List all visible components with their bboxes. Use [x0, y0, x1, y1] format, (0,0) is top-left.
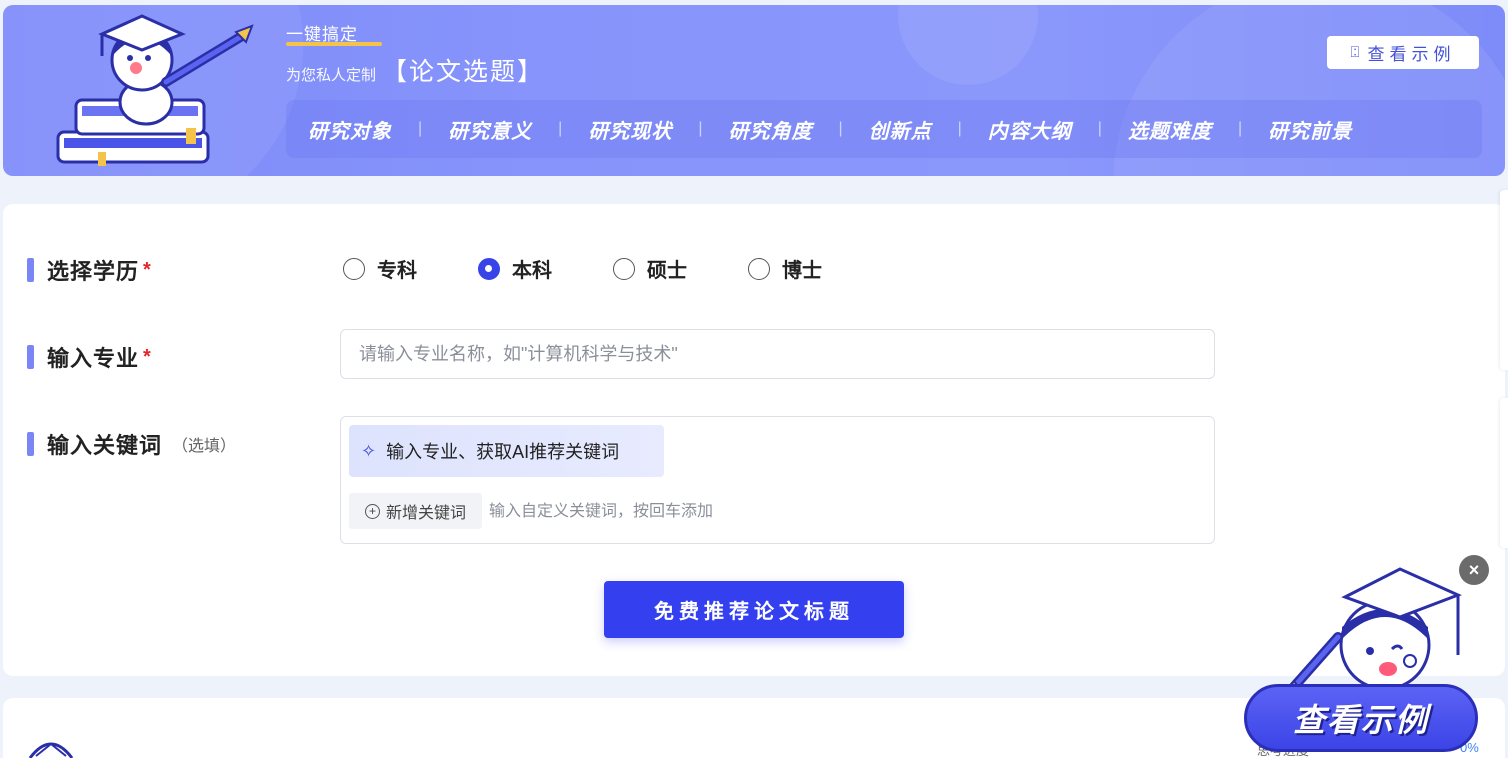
nav-separator: |: [1237, 120, 1243, 137]
banner-subtitle: 为您私人定制 【论文选题】: [286, 52, 544, 88]
graduate-mascot-icon: [56, 14, 254, 166]
radio-option-zhuanke[interactable]: 专科: [343, 254, 478, 283]
nav-item-innovation[interactable]: 创新点: [869, 115, 932, 144]
decor-bubble: [898, 5, 1038, 85]
nav-item-prospect[interactable]: 研究前景: [1268, 115, 1352, 144]
ai-chip-label: 输入专业、获取AI推荐关键词: [386, 442, 620, 462]
recommend-titles-button[interactable]: 免费推荐论文标题: [604, 581, 904, 638]
radio-circle[interactable]: [343, 257, 365, 280]
tagline-underline: [286, 42, 382, 46]
mascot-avatar-icon: [28, 742, 74, 758]
nav-separator: |: [558, 120, 563, 137]
nav-separator: |: [698, 120, 703, 137]
label-accent-bar: [27, 258, 34, 282]
nav-item-research-angle[interactable]: 研究角度: [728, 115, 812, 144]
nav-separator: |: [957, 120, 962, 137]
radio-label: 专科: [377, 260, 417, 282]
radio-label: 本科: [512, 260, 552, 282]
nav-separator: |: [1097, 120, 1102, 137]
ai-keyword-recommend-button[interactable]: ✧ 输入专业、获取AI推荐关键词: [349, 425, 664, 477]
nav-item-research-status[interactable]: 研究现状: [588, 115, 672, 144]
nav-item-research-significance[interactable]: 研究意义: [448, 115, 532, 144]
education-label: 选择学历 *: [27, 254, 151, 286]
nav-item-difficulty[interactable]: 选题难度: [1128, 115, 1212, 144]
required-mark: *: [143, 258, 151, 281]
plus-circle-icon: +: [364, 503, 380, 519]
graduate-mascot-float-icon: [1283, 567, 1462, 695]
float-view-example-button[interactable]: 查看示例: [1244, 684, 1478, 752]
education-label-text: 选择学历: [47, 259, 140, 284]
optional-note: （选填）: [172, 438, 237, 455]
major-label: 输入专业 *: [27, 341, 151, 373]
side-tab[interactable]: [1500, 190, 1508, 370]
view-example-button[interactable]: ⍠ 查看示例: [1327, 36, 1479, 69]
radio-circle-checked[interactable]: [478, 257, 500, 280]
close-float-button[interactable]: ×: [1459, 555, 1489, 585]
major-label-text: 输入专业: [47, 346, 140, 371]
radio-label: 硕士: [647, 260, 687, 282]
required-mark: *: [143, 345, 151, 368]
side-tab[interactable]: [1500, 398, 1508, 548]
nav-separator: |: [418, 120, 423, 137]
radio-circle[interactable]: [613, 257, 635, 280]
radio-circle[interactable]: [748, 257, 770, 280]
education-radio-group: 专科 本科 硕士 博士: [343, 254, 883, 283]
subtitle-title: 【论文选题】: [382, 58, 545, 86]
add-keyword-button[interactable]: + 新增关键词: [349, 493, 482, 529]
radio-option-shuoshi[interactable]: 硕士: [613, 254, 748, 283]
nav-item-outline[interactable]: 内容大纲: [988, 115, 1072, 144]
radio-option-boshi[interactable]: 博士: [748, 254, 883, 283]
custom-keyword-input[interactable]: [489, 499, 989, 525]
radio-label: 博士: [782, 260, 822, 282]
book-icon: ⍠: [1350, 44, 1360, 61]
keywords-box: ✧ 输入专业、获取AI推荐关键词 + 新增关键词: [340, 416, 1215, 544]
keywords-label-text: 输入关键词: [47, 433, 163, 458]
major-input[interactable]: [340, 329, 1215, 379]
nav-separator: |: [838, 120, 843, 137]
sparkle-icon: ✧: [361, 440, 377, 461]
subtitle-small: 为您私人定制: [286, 67, 377, 84]
label-accent-bar: [27, 345, 34, 369]
view-example-label: 查看示例: [1367, 45, 1456, 64]
add-keyword-label: 新增关键词: [385, 505, 466, 522]
feature-nav: 研究对象 | 研究意义 | 研究现状 | 研究角度 | 创新点 | 内容大纲 |…: [286, 100, 1482, 158]
radio-option-benke[interactable]: 本科: [478, 254, 613, 283]
label-accent-bar: [27, 432, 34, 456]
nav-item-research-object[interactable]: 研究对象: [308, 115, 392, 144]
keywords-label: 输入关键词 （选填）: [27, 428, 236, 460]
